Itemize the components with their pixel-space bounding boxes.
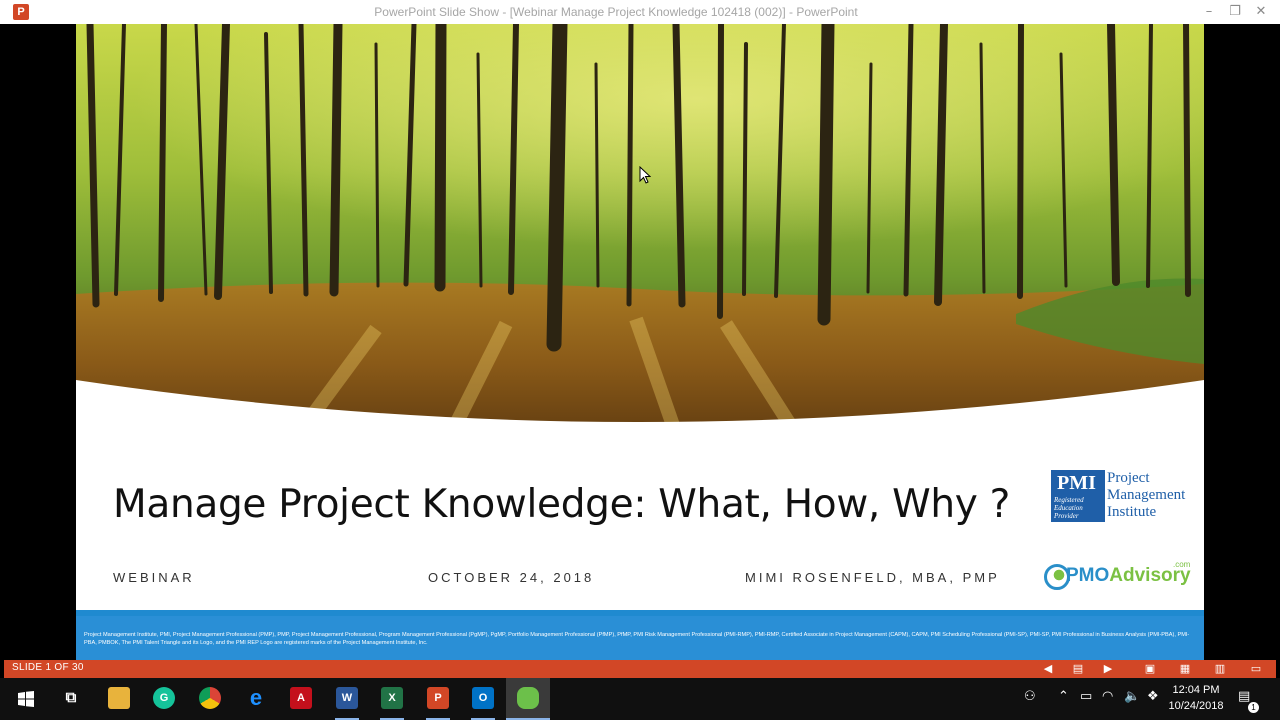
clock-date: 10/24/2018 (1168, 700, 1224, 712)
show-hidden-icons-icon[interactable]: ⌃ (1058, 689, 1069, 704)
meeting-app-icon[interactable] (517, 687, 539, 709)
pmo-logo-main: PMO (1066, 565, 1110, 586)
slide-indicator[interactable]: SLIDE 1 OF 30 (12, 662, 84, 673)
pmo-advisory-logo: PMOAdvisory .com (1044, 560, 1194, 594)
word-icon[interactable]: W (336, 687, 358, 709)
start-icon[interactable] (18, 691, 34, 707)
presenter-name: MIMI ROSENFELD, MBA, PMP (745, 570, 1000, 585)
pmi-badge-text: Registered Education Provider (1054, 496, 1084, 520)
restore-button[interactable]: ❐ (1225, 3, 1245, 21)
slide-show-icon[interactable]: ▭ (1248, 662, 1264, 676)
normal-view-icon[interactable]: ▣ (1142, 662, 1158, 676)
powerpoint-taskbar-icon[interactable]: P (427, 687, 449, 709)
dropbox-icon[interactable]: ❖ (1147, 689, 1159, 704)
chrome-icon[interactable] (199, 687, 221, 709)
battery-icon[interactable]: ▭ (1080, 689, 1092, 704)
webinar-date: OCTOBER 24, 2018 (428, 570, 595, 585)
windows-taskbar: ⧉ G e A W X P O ⚇ ⌃ ▭ ◠ 🔈 ❖ 12:04 PM 10/… (0, 678, 1280, 720)
people-icon[interactable]: ⚇ (1024, 689, 1036, 704)
action-center-icon[interactable]: ▤ (1238, 689, 1250, 704)
window-title: PowerPoint Slide Show - [Webinar Manage … (374, 5, 858, 19)
reading-view-icon[interactable]: ▥ (1212, 662, 1228, 676)
clock-time: 12:04 PM (1172, 684, 1220, 696)
close-button[interactable]: ✕ (1251, 3, 1271, 21)
trademark-footer: Project Management Institute, PMI, Proje… (76, 616, 1204, 660)
system-clock[interactable]: 12:04 PM 10/24/2018 (1160, 682, 1232, 714)
pmi-logo: PMI Registered Education Provider Projec… (1051, 470, 1191, 526)
minimize-button[interactable]: – (1199, 3, 1219, 21)
volume-icon[interactable]: 🔈 (1124, 689, 1140, 704)
acrobat-icon[interactable]: A (290, 687, 312, 709)
slideshow-status-bar: SLIDE 1 OF 30 ◀ ▤ ▶ ▣ ▦ ▥ ▭ (4, 660, 1276, 678)
grammarly-icon[interactable]: G (153, 687, 175, 709)
menu-icon[interactable]: ▤ (1070, 662, 1086, 676)
window-title-bar: P PowerPoint Slide Show - [Webinar Manag… (0, 0, 1280, 24)
file-explorer-icon[interactable] (108, 687, 130, 709)
pmo-logo-text: PMOAdvisory (1066, 565, 1191, 587)
pmo-logo-suffix: .com (1173, 560, 1191, 569)
mouse-pointer-icon (639, 166, 651, 184)
slide-canvas[interactable]: Manage Project Knowledge: What, How, Why… (76, 24, 1204, 660)
notification-badge: 1 (1248, 702, 1259, 713)
task-view-icon[interactable]: ⧉ (60, 687, 82, 709)
outlook-icon[interactable]: O (472, 687, 494, 709)
slide-title: Manage Project Knowledge: What, How, Why… (113, 482, 1011, 527)
pmi-rep-badge: PMI Registered Education Provider (1051, 470, 1105, 522)
pmi-mark: PMI (1057, 472, 1096, 494)
wifi-icon[interactable]: ◠ (1102, 689, 1113, 704)
webinar-label: WEBINAR (113, 570, 195, 585)
slide-sorter-icon[interactable]: ▦ (1177, 662, 1193, 676)
forest-photo (76, 24, 1204, 444)
previous-slide-icon[interactable]: ◀ (1040, 662, 1056, 676)
excel-icon[interactable]: X (381, 687, 403, 709)
pmi-name: Project Management Institute (1107, 470, 1186, 520)
edge-icon[interactable]: e (245, 687, 267, 709)
next-slide-icon[interactable]: ▶ (1100, 662, 1116, 676)
